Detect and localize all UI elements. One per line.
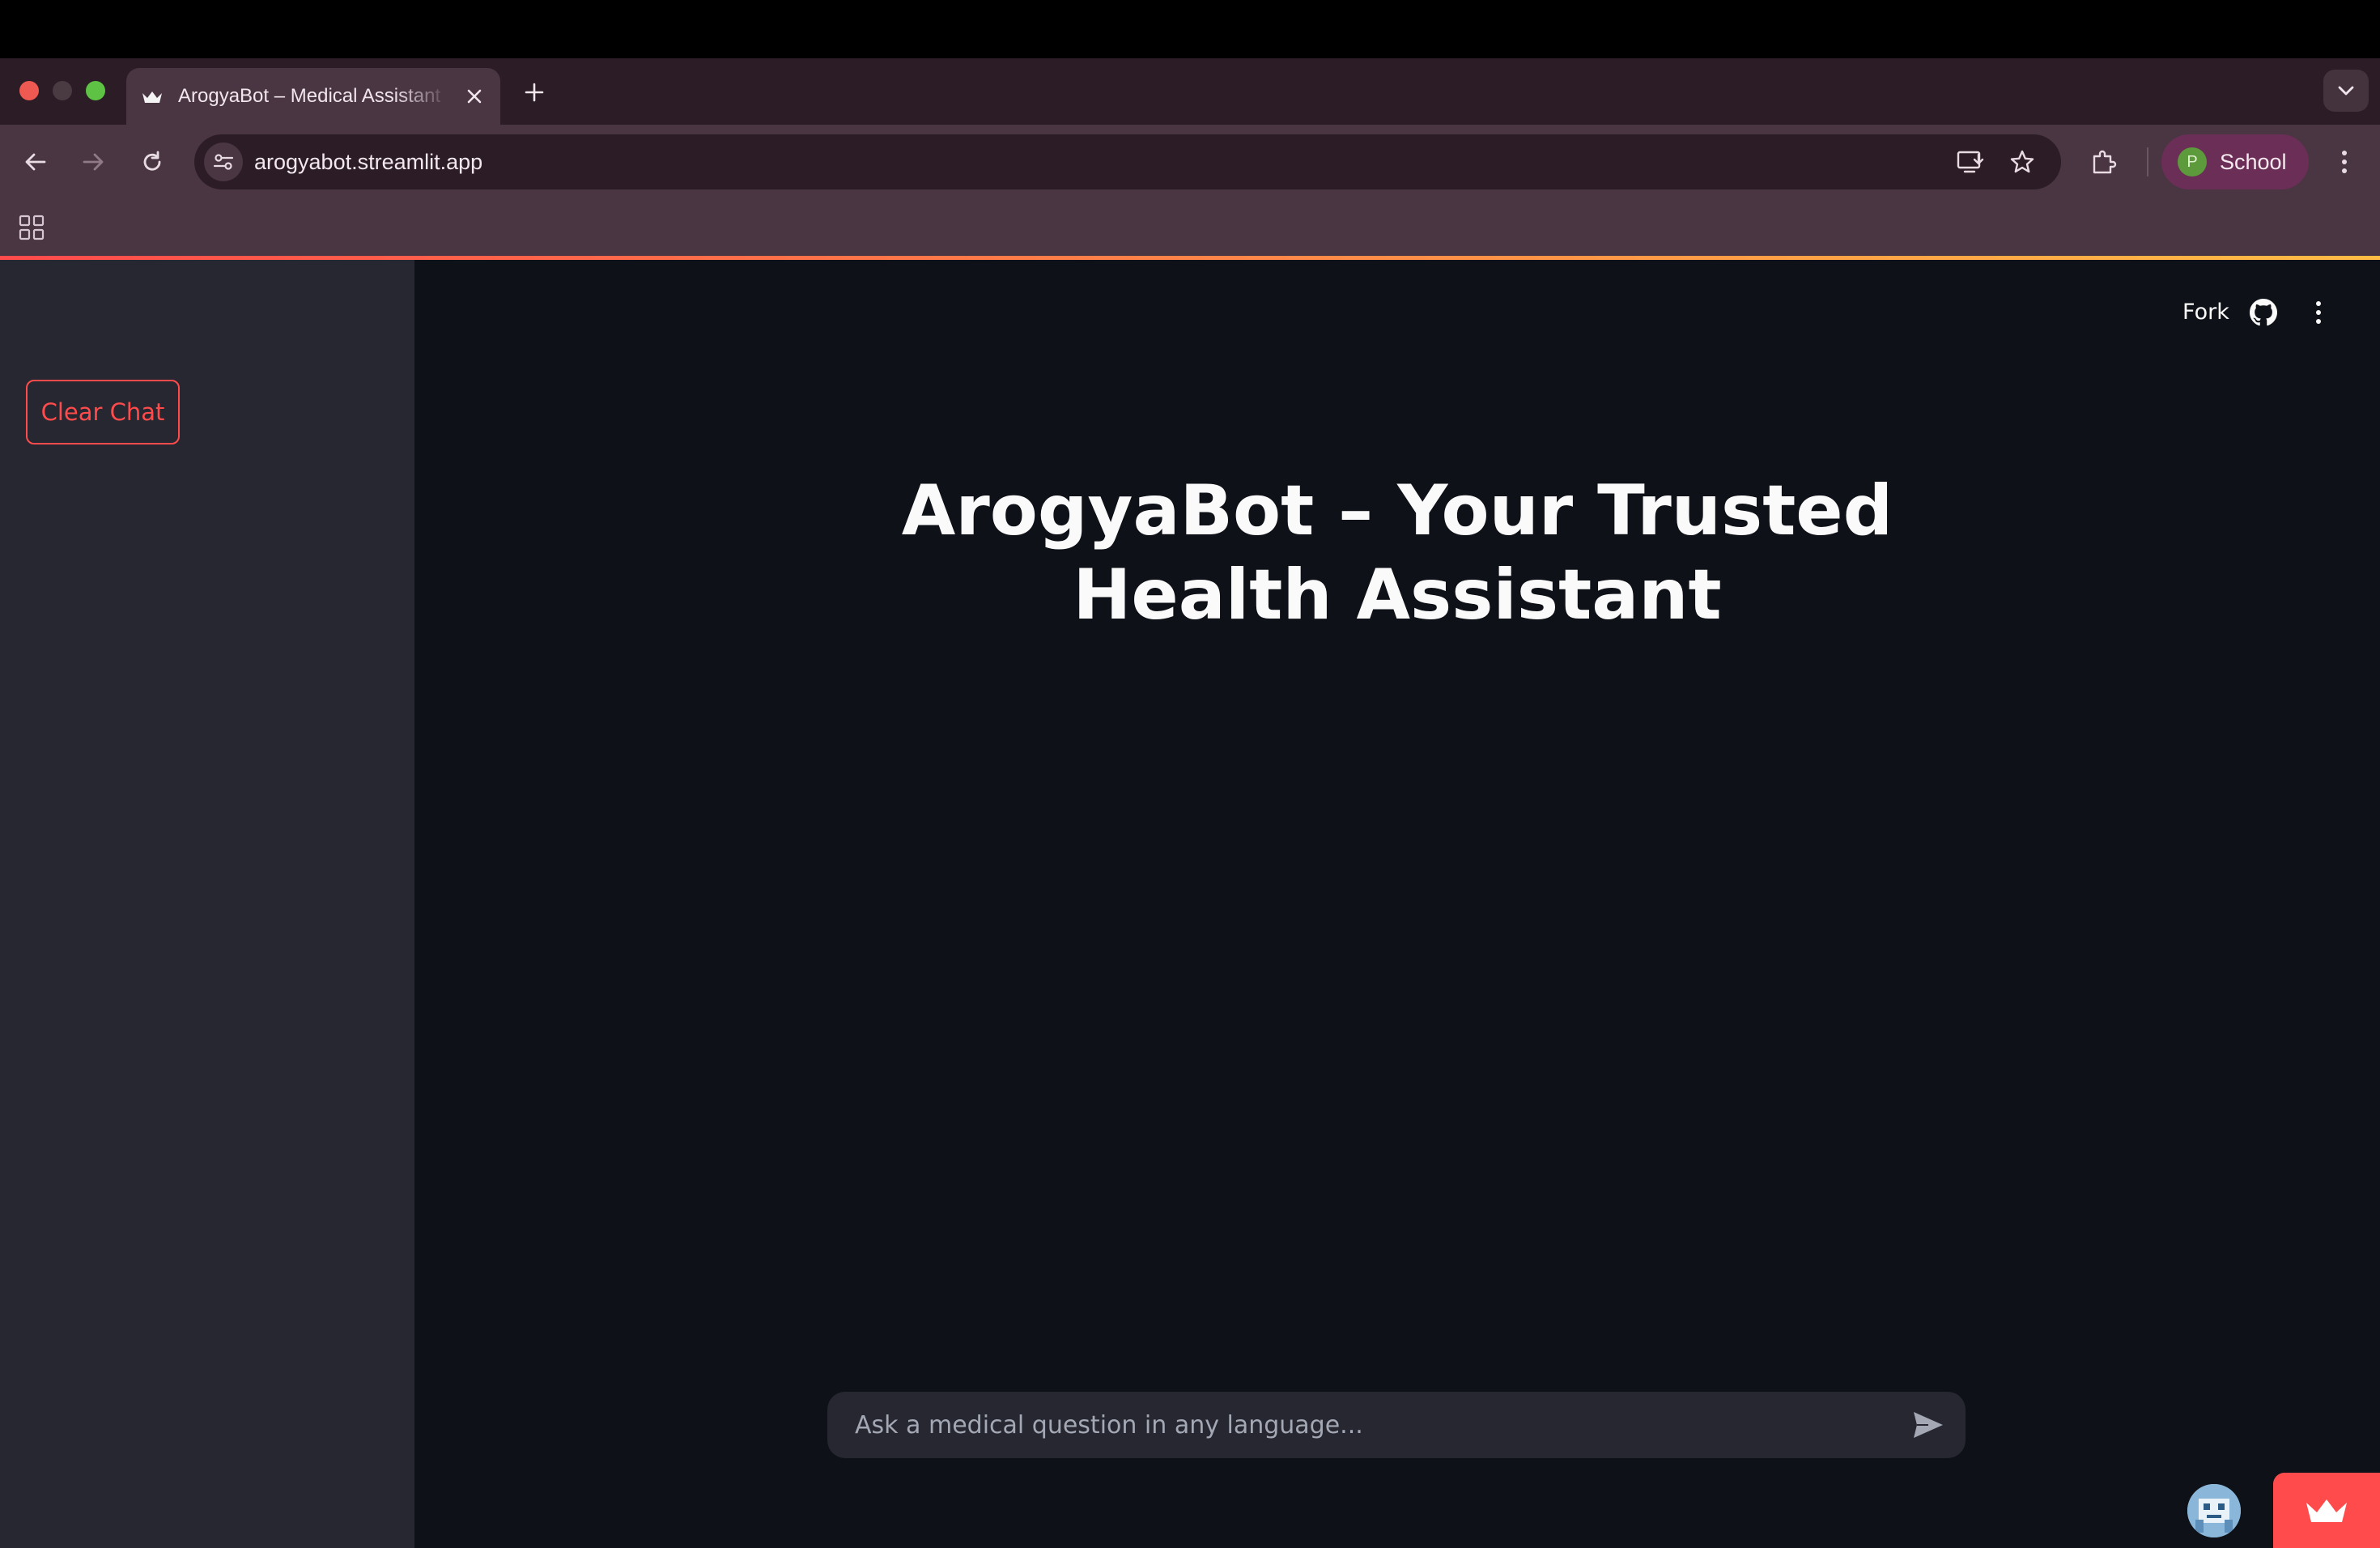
profile-avatar: P	[2178, 147, 2207, 176]
tab-strip: ArogyaBot – Medical Assistant	[0, 58, 2380, 125]
maximize-window-button[interactable]	[86, 81, 105, 100]
browser-menu-icon[interactable]	[2325, 142, 2364, 181]
extensions-puzzle-icon[interactable]	[2084, 142, 2123, 181]
reload-icon[interactable]	[133, 142, 172, 181]
forward-icon[interactable]	[74, 142, 113, 181]
screen: ArogyaBot – Medical Assistant arogyabot.…	[0, 0, 2380, 1548]
app-menu-icon[interactable]	[2299, 292, 2338, 333]
fork-button[interactable]: Fork	[2182, 292, 2229, 333]
profile-chip[interactable]: P School	[2161, 134, 2309, 189]
page-title-text: ArogyaBot – Your Trusted Health Assistan…	[901, 470, 1893, 636]
url-text[interactable]: arogyabot.streamlit.app	[254, 134, 482, 189]
site-info-icon[interactable]	[204, 142, 243, 181]
page-title: ArogyaBot – Your Trusted Health Assistan…	[414, 469, 2380, 637]
chat-input-box	[827, 1392, 1966, 1458]
install-app-icon[interactable]	[1951, 142, 1990, 181]
bookmarks-bar	[0, 199, 2380, 256]
github-icon[interactable]	[2244, 292, 2283, 333]
chat-input[interactable]	[827, 1392, 1880, 1458]
bookmark-star-icon[interactable]	[2003, 142, 2042, 181]
send-icon[interactable]	[1909, 1406, 1948, 1444]
tab-search-chevron-icon[interactable]	[2323, 70, 2369, 112]
crown-icon	[2306, 1499, 2347, 1522]
profile-name: School	[2220, 150, 2287, 174]
apps-grid-icon[interactable]	[16, 212, 47, 243]
tab-title-fade	[393, 76, 450, 117]
browser-toolbar: arogyabot.streamlit.app P School	[0, 125, 2380, 199]
close-window-button[interactable]	[19, 81, 39, 100]
menu-bar-area	[0, 0, 2380, 58]
minimize-window-button[interactable]	[53, 81, 72, 100]
bot-avatar-icon[interactable]	[2187, 1484, 2241, 1537]
main-content: Fork ArogyaBot – Your Trusted Health Ass…	[414, 260, 2380, 1548]
close-tab-icon[interactable]	[460, 82, 489, 111]
new-tab-icon[interactable]	[518, 76, 550, 108]
streamlit-hosted-badge[interactable]	[2273, 1473, 2380, 1548]
crown-icon	[141, 86, 164, 108]
back-icon[interactable]	[16, 142, 55, 181]
sidebar: Clear Chat	[0, 260, 414, 1548]
toolbar-divider	[2147, 147, 2148, 176]
browser-tab[interactable]: ArogyaBot – Medical Assistant	[126, 68, 500, 125]
clear-chat-button[interactable]: Clear Chat	[26, 380, 180, 444]
address-bar[interactable]: arogyabot.streamlit.app	[194, 134, 2061, 189]
